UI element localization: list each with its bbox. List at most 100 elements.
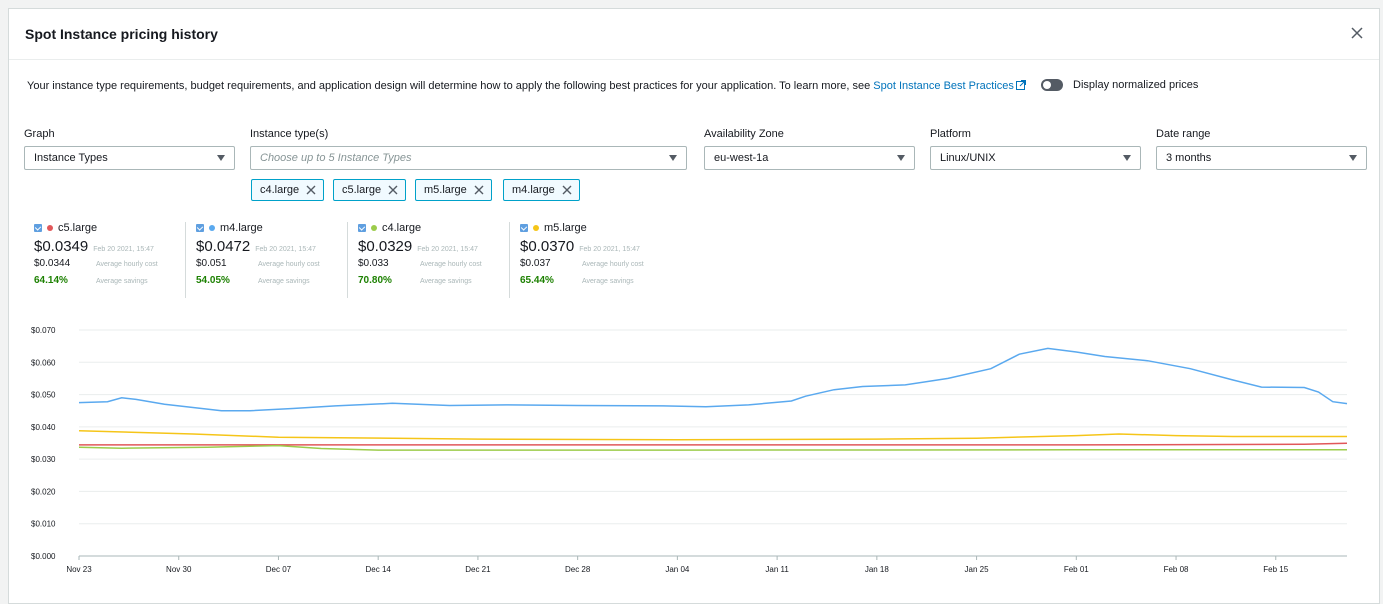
x-tick-label: Nov 23 [66, 565, 92, 574]
remove-token-icon[interactable] [387, 184, 399, 196]
average-hourly-cost: $0.033 [358, 258, 389, 269]
current-price: $0.0472 [196, 238, 251, 255]
graph-label: Graph [24, 128, 55, 140]
availability-zone-value: eu-west-1a [714, 152, 769, 164]
x-tick-label: Dec 14 [366, 565, 392, 574]
x-tick-label: Dec 28 [565, 565, 591, 574]
average-hourly-cost: $0.0344 [34, 258, 71, 269]
instance-types-select[interactable]: Choose up to 5 Instance Types [250, 146, 687, 170]
description-text: Your instance type requirements, budget … [27, 79, 1027, 94]
availability-zone-select[interactable]: eu-west-1a [704, 146, 915, 170]
chevron-down-icon [1349, 155, 1357, 161]
price-timestamp: Feb 20 2021, 15:47 [255, 246, 316, 253]
x-tick-label: Feb 01 [1064, 565, 1089, 574]
y-tick-label: $0.030 [31, 455, 56, 464]
divider [347, 222, 348, 298]
instance-types-placeholder: Choose up to 5 Instance Types [260, 152, 412, 164]
current-price: $0.0329 [358, 238, 413, 255]
series-color-dot [209, 225, 215, 231]
series-color-dot [533, 225, 539, 231]
average-savings: 64.14% [34, 275, 68, 286]
graph-select[interactable]: Instance Types [24, 146, 235, 170]
series-name: m4.large [220, 222, 263, 234]
token-m4-large: m4.large [503, 179, 580, 201]
token-label: c4.large [260, 184, 300, 196]
average-hourly-cost-label: Average hourly cost [420, 261, 482, 268]
best-practices-link-label: Spot Instance Best Practices [873, 80, 1014, 92]
x-tick-label: Dec 07 [266, 565, 292, 574]
normalized-prices-toggle-group: Display normalized prices [1041, 79, 1198, 91]
average-hourly-cost: $0.037 [520, 258, 551, 269]
series-summary-m5-large: m5.large $0.0370 Feb 20 2021, 15:47 $0.03… [520, 221, 670, 289]
series-line-c4-large [78, 444, 1347, 451]
y-tick-label: $0.040 [31, 423, 56, 432]
y-tick-label: $0.050 [31, 391, 56, 400]
x-tick-label: Nov 30 [166, 565, 192, 574]
normalized-prices-label: Display normalized prices [1073, 79, 1199, 91]
divider [185, 222, 186, 298]
y-tick-label: $0.060 [31, 358, 56, 367]
remove-token-icon[interactable] [305, 184, 317, 196]
average-savings-label: Average savings [582, 278, 634, 285]
y-tick-label: $0.000 [31, 552, 56, 561]
x-tick-label: Jan 04 [665, 565, 690, 574]
series-summary-m4-large: m4.large $0.0472 Feb 20 2021, 15:47 $0.05… [196, 221, 346, 289]
series-name: m5.large [544, 222, 587, 234]
normalized-prices-toggle[interactable] [1041, 79, 1063, 91]
token-label: m4.large [512, 184, 555, 196]
graph-select-value: Instance Types [34, 152, 108, 164]
series-summary-c4-large: c4.large $0.0329 Feb 20 2021, 15:47 $0.03… [358, 221, 508, 289]
x-tick-label: Jan 18 [865, 565, 890, 574]
y-tick-label: $0.010 [31, 520, 56, 529]
series-color-dot [371, 225, 377, 231]
external-link-icon [1015, 80, 1026, 94]
remove-token-icon[interactable] [561, 184, 573, 196]
series-line-m5-large [78, 429, 1347, 441]
token-m5-large: m5.large [415, 179, 492, 201]
date-range-value: 3 months [1166, 152, 1212, 164]
token-c5-large: c5.large [333, 179, 407, 201]
series-checkbox[interactable] [34, 224, 42, 232]
x-tick-label: Feb 08 [1164, 565, 1189, 574]
x-tick-label: Jan 11 [765, 565, 789, 574]
price-timestamp: Feb 20 2021, 15:47 [93, 246, 154, 253]
best-practices-link[interactable]: Spot Instance Best Practices [873, 80, 1026, 92]
average-hourly-cost-label: Average hourly cost [96, 261, 158, 268]
average-savings-label: Average savings [258, 278, 310, 285]
platform-select[interactable]: Linux/UNIX [930, 146, 1141, 170]
platform-label: Platform [930, 128, 971, 140]
series-name: c5.large [58, 222, 98, 234]
close-icon[interactable] [1347, 23, 1367, 43]
chevron-down-icon [669, 155, 677, 161]
average-hourly-cost-label: Average hourly cost [582, 261, 644, 268]
availability-zone-label: Availability Zone [704, 128, 784, 140]
modal-header: Spot Instance pricing history [9, 9, 1379, 60]
series-checkbox[interactable] [520, 224, 528, 232]
token-c4-large: c4.large [251, 179, 325, 201]
price-timestamp: Feb 20 2021, 15:47 [417, 246, 478, 253]
series-name: c4.large [382, 222, 422, 234]
instance-types-label: Instance type(s) [250, 128, 329, 140]
current-price: $0.0370 [520, 238, 575, 255]
platform-value: Linux/UNIX [940, 152, 996, 164]
pricing-history-chart: $0.000 $0.010 $0.020 $0.030 $0.040 $0.050 $0.0… [31, 326, 1348, 574]
average-savings-label: Average savings [420, 278, 472, 285]
average-savings: 65.44% [520, 275, 554, 286]
description-body: Your instance type requirements, budget … [27, 80, 874, 92]
series-checkbox[interactable] [196, 224, 204, 232]
series-checkbox[interactable] [358, 224, 366, 232]
average-savings: 54.05% [196, 275, 230, 286]
x-tick-label: Jan 25 [965, 565, 990, 574]
x-tick-label: Feb 15 [1263, 565, 1288, 574]
current-price: $0.0349 [34, 238, 89, 255]
remove-token-icon[interactable] [473, 184, 485, 196]
chevron-down-icon [897, 155, 905, 161]
series-summary-c5-large: c5.large $0.0349 Feb 20 2021, 15:47 $0.03… [34, 221, 184, 289]
token-label: c5.large [342, 184, 382, 196]
chevron-down-icon [1123, 155, 1131, 161]
date-range-select[interactable]: 3 months [1156, 146, 1367, 170]
series-line-c5-large [79, 442, 1348, 446]
y-tick-label: $0.070 [31, 326, 56, 335]
average-savings-label: Average savings [96, 278, 148, 285]
average-hourly-cost: $0.051 [196, 258, 227, 269]
